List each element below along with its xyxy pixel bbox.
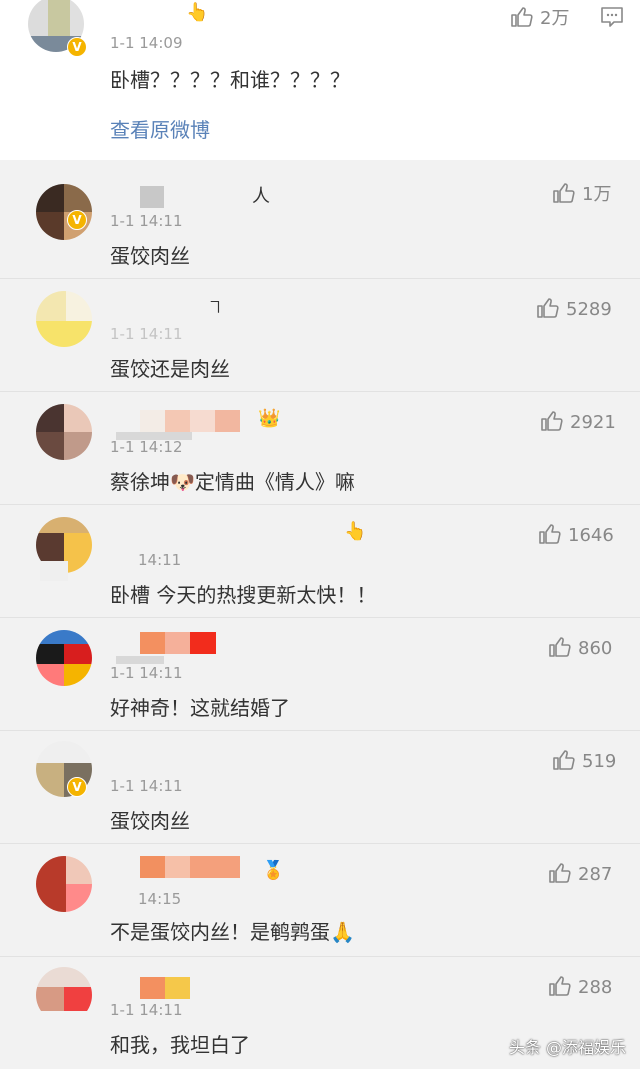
username-blurred-line2 <box>116 656 164 664</box>
like-count: 287 <box>578 864 613 885</box>
timestamp: 14:15 <box>138 890 182 908</box>
like-count: 2万 <box>540 8 570 29</box>
timestamp: 1-1 14:11 <box>110 664 183 682</box>
timestamp: 14:11 <box>138 551 182 569</box>
comment-text: 和我，我坦白了 <box>110 1033 250 1057</box>
hand-emoji-icon: 👆 <box>186 2 209 23</box>
username-blurred[interactable] <box>140 186 164 208</box>
comment-item: 1-1 14:11 860 好神奇！这就结婚了 <box>0 617 640 730</box>
comment-item: 👆 14:11 1646 卧槽 今天的热搜更新太快！！ <box>0 504 640 617</box>
like-count: 288 <box>578 977 613 998</box>
avatar[interactable] <box>36 967 92 1023</box>
thumbs-up-icon <box>553 750 575 770</box>
username-fragment: ヿ <box>208 300 222 316</box>
thumbs-up-icon <box>539 524 561 544</box>
comment-text: 卧槽 今天的热搜更新太快！！ <box>110 583 377 607</box>
doge-emoji-icon: 🐶 <box>170 470 195 494</box>
username-blurred <box>40 561 68 581</box>
comment-item: V 人 1-1 14:11 1万 蛋饺肉丝 <box>0 164 640 276</box>
avatar[interactable] <box>36 291 92 347</box>
thumbs-up-icon <box>549 637 571 657</box>
thumbs-up-icon <box>549 976 571 996</box>
like-button[interactable]: 1646 <box>538 523 614 547</box>
timestamp: 1-1 14:12 <box>110 438 183 456</box>
username-blurred[interactable] <box>140 977 190 999</box>
pray-emoji-icon: 🙏 <box>330 920 355 944</box>
timestamp: 1-1 14:11 <box>110 777 183 795</box>
crown-icon: 👑 <box>258 408 281 429</box>
like-count: 860 <box>578 638 613 659</box>
verified-badge-icon: V <box>67 37 87 57</box>
timestamp: 1-1 14:09 <box>110 34 183 52</box>
like-count: 1646 <box>568 525 614 546</box>
comment-text: 蛋饺肉丝 <box>110 244 190 268</box>
timestamp: 1-1 14:11 <box>110 212 183 230</box>
like-button[interactable]: 287 <box>548 862 612 886</box>
comment-text: 卧槽？？？？和谁？？？？ <box>110 68 350 92</box>
like-button[interactable]: 5289 <box>536 297 612 321</box>
comment-text: 好神奇！这就结婚了 <box>110 696 290 720</box>
comment-text: 蛋饺还是肉丝 <box>110 357 230 381</box>
verified-badge-icon: V <box>67 777 87 797</box>
username-blurred[interactable] <box>140 632 216 654</box>
hand-emoji-icon: 👆 <box>344 521 367 542</box>
thumbs-up-icon <box>537 298 559 318</box>
username-blurred[interactable] <box>140 856 240 878</box>
avatar[interactable] <box>36 404 92 460</box>
avatar[interactable] <box>36 630 92 686</box>
comment-text-part: 定情曲《情人》嘛 <box>194 470 355 494</box>
like-button[interactable]: 860 <box>548 636 612 660</box>
watermark: 头条 @添福娱乐 <box>508 1038 626 1057</box>
comment-text-part: 不是蛋饺内丝！是鹌鹑蛋 <box>110 920 330 944</box>
like-count: 2921 <box>570 412 616 433</box>
like-button[interactable]: 2921 <box>540 410 616 434</box>
comment-icon[interactable] <box>600 6 624 28</box>
username-blurred[interactable] <box>140 410 240 432</box>
comment-item: ヿ 1-1 14:11 5289 蛋饺还是肉丝 <box>0 278 640 391</box>
avatar[interactable] <box>36 856 92 912</box>
like-count: 1万 <box>582 184 612 205</box>
like-button[interactable]: 2万 <box>510 4 570 29</box>
like-count: 5289 <box>566 299 612 320</box>
thumbs-up-icon <box>511 7 533 27</box>
view-original-link[interactable]: 查看原微博 <box>110 114 210 143</box>
comment-text-part: 蔡徐坤 <box>110 470 170 494</box>
like-button[interactable]: 288 <box>548 975 612 999</box>
comment-item: 👑 1-1 14:12 2921 蔡徐坤🐶定情曲《情人》嘛 <box>0 391 640 504</box>
comment-text: 蛋饺肉丝 <box>110 809 190 833</box>
verified-badge-icon: V <box>67 210 87 230</box>
original-comment-card: V 👆 1-1 14:09 2万 卧槽？？？？和谁？？？？ 查看原微博 <box>0 0 640 160</box>
like-button[interactable]: 519 <box>552 749 616 773</box>
thumbs-up-icon <box>553 183 575 203</box>
badge-icon: 🏅 <box>262 860 285 881</box>
thumbs-up-icon <box>541 411 563 431</box>
comment-item: V 1-1 14:11 519 蛋饺肉丝 <box>0 730 640 843</box>
like-count: 519 <box>582 751 617 772</box>
like-button[interactable]: 1万 <box>552 180 612 205</box>
comment-text: 不是蛋饺内丝！是鹌鹑蛋🙏 <box>110 916 355 945</box>
comment-item: 🏅 14:15 287 不是蛋饺内丝！是鹌鹑蛋🙏 <box>0 843 640 956</box>
username-fragment: 人 <box>252 186 270 207</box>
timestamp: 1-1 14:11 <box>110 1001 183 1019</box>
comment-text: 蔡徐坤🐶定情曲《情人》嘛 <box>110 466 355 495</box>
thumbs-up-icon <box>549 863 571 883</box>
timestamp: 1-1 14:11 <box>110 325 183 343</box>
